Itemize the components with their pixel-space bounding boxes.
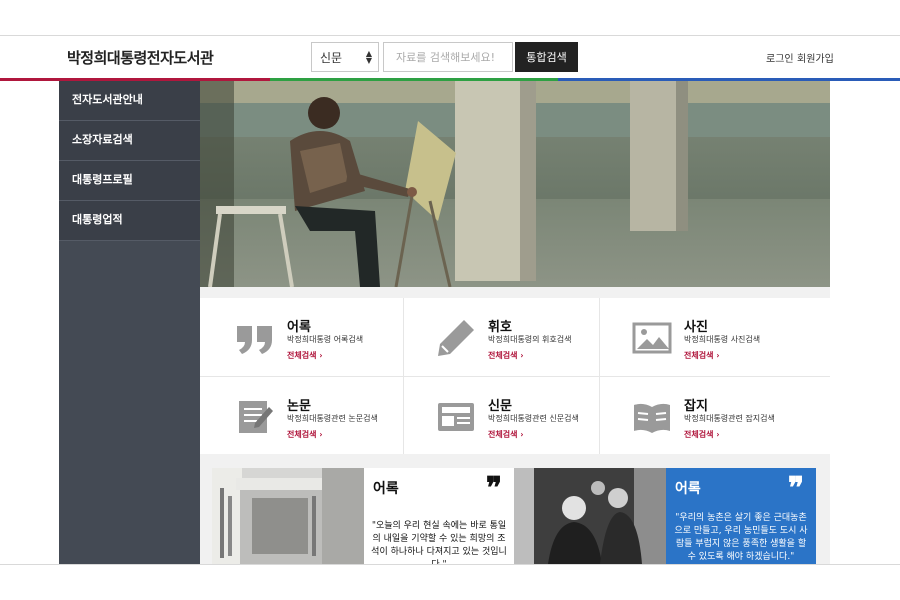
category-description: 박정희대통령 사진검색 <box>684 335 761 344</box>
search-category-value: 신문 <box>320 51 343 65</box>
category-title: 논문 <box>287 399 311 414</box>
category-title: 어록 <box>287 320 311 335</box>
category-search-all-link[interactable]: 전체검색 › <box>684 350 720 361</box>
category-search-all-link[interactable]: 전체검색 › <box>287 429 323 440</box>
quote-icon <box>237 326 272 354</box>
magazine-icon <box>634 403 670 433</box>
category-description: 박정희대통령관련 잡지검색 <box>684 414 775 423</box>
category-card-papers[interactable]: 논문 박정희대통령관련 논문검색 전체검색 › <box>203 377 397 454</box>
category-search-all-link[interactable]: 전체검색 › <box>684 429 720 440</box>
document-icon <box>239 401 273 433</box>
quote-text: "우리의 농촌은 살기 좋은 근대농촌으로 만들고, 우리 농민들도 도시 사람… <box>674 513 808 562</box>
site-header: 박정희대통령전자도서관 신문 ▲▼ 통합검색 로그인 회원가입 <box>0 36 900 78</box>
search-input[interactable] <box>383 42 513 72</box>
category-card-magazines[interactable]: 잡지 박정희대통령관련 잡지검색 전체검색 › <box>600 377 794 454</box>
quote-photo-monument <box>212 468 364 564</box>
category-description: 박정희대통령관련 신문검색 <box>488 414 579 423</box>
category-card-photos[interactable]: 사진 박정희대통령 사진검색 전체검색 › <box>600 298 794 375</box>
category-title: 사진 <box>684 320 708 335</box>
search-category-select[interactable]: 신문 ▲ ▼ <box>311 42 379 72</box>
category-title: 잡지 <box>684 399 708 414</box>
quote-card-title: 어록 <box>675 481 701 497</box>
select-updown-icon: ▲ ▼ <box>365 49 372 65</box>
hero-photo <box>200 81 830 287</box>
category-description: 박정희대통령의 휘호검색 <box>488 335 572 344</box>
quote-card-title: 어록 <box>373 481 399 497</box>
sidebar-item-president-achievements[interactable]: 대통령업적 <box>59 201 200 241</box>
sidebar-item-library-guide[interactable]: 전자도서관안내 <box>59 81 200 121</box>
painter-photo-illustration <box>200 81 830 287</box>
quote-photo-meeting <box>514 468 666 564</box>
category-card-calligraphy[interactable]: 휘호 박정희대통령의 휘호검색 전체검색 › <box>404 298 598 375</box>
category-card-quotes[interactable]: 어록 박정희대통령 어록검색 전체검색 › <box>203 298 397 375</box>
image-icon <box>632 322 672 354</box>
site-logo[interactable]: 박정희대통령전자도서관 <box>67 47 214 68</box>
category-grid: 어록 박정희대통령 어록검색 전체검색 › 휘호 박정희대통령의 휘호검색 전체… <box>200 298 830 454</box>
sidebar-item-label: 전자도서관안내 <box>72 93 143 106</box>
quote-mark-icon: ❞ <box>485 471 502 506</box>
category-description: 박정희대통령관련 논문검색 <box>287 414 378 423</box>
category-search-all-link[interactable]: 전체검색 › <box>287 350 323 361</box>
grid-divider <box>200 376 830 377</box>
newspaper-icon <box>438 403 474 431</box>
pen-icon <box>438 320 474 356</box>
sidebar-item-label: 대통령프로필 <box>72 173 133 186</box>
monument-photo-illustration <box>212 468 364 564</box>
category-description: 박정희대통령 어록검색 <box>287 335 364 344</box>
bottom-margin <box>0 564 900 600</box>
search-button[interactable]: 통합검색 <box>515 42 578 72</box>
category-search-all-link[interactable]: 전체검색 › <box>488 429 524 440</box>
sidebar-item-label: 소장자료검색 <box>72 133 133 146</box>
page: 박정희대통령전자도서관 신문 ▲▼ 통합검색 로그인 회원가입 전자도서관안내 … <box>0 0 900 600</box>
quote-card[interactable]: 어록 ❞ "오늘의 우리 현실 속에는 바로 통일의 내일을 기약할 수 있는 … <box>364 468 514 570</box>
sidebar-item-label: 대통령업적 <box>72 213 123 226</box>
sidebar: 전자도서관안내 소장자료검색 대통령프로필 대통령업적 <box>59 81 200 564</box>
join-link[interactable]: 회원가입 <box>797 50 834 65</box>
login-link[interactable]: 로그인 <box>766 50 794 65</box>
sidebar-item-president-profile[interactable]: 대통령프로필 <box>59 161 200 201</box>
category-title: 휘호 <box>488 320 512 335</box>
category-card-newspapers[interactable]: 신문 박정희대통령관련 신문검색 전체검색 › <box>404 377 598 454</box>
category-title: 신문 <box>488 399 512 414</box>
quote-card[interactable]: 어록 ❞ "우리의 농촌은 살기 좋은 근대농촌으로 만들고, 우리 농민들도 … <box>666 468 816 564</box>
category-search-all-link[interactable]: 전체검색 › <box>488 350 524 361</box>
sidebar-item-collection-search[interactable]: 소장자료검색 <box>59 121 200 161</box>
meeting-photo-illustration <box>514 468 666 564</box>
quote-mark-icon: ❞ <box>787 471 804 506</box>
top-margin <box>0 0 900 36</box>
